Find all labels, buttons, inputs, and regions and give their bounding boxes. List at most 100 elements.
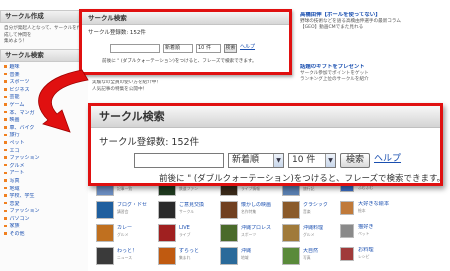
category-link[interactable]: パソコン — [4, 216, 88, 224]
category-label: 趣味 — [9, 64, 20, 70]
circle-thumbnail[interactable] — [96, 224, 114, 242]
circle-thumbnail[interactable] — [158, 247, 176, 265]
circle-thumbnail[interactable] — [220, 224, 238, 242]
right-item[interactable]: 大好きな絵本 絵本 — [340, 201, 450, 221]
circle-subtitle: 名作特集 — [241, 209, 257, 214]
circle-subtitle: 鉄道ファン — [179, 186, 198, 191]
bullet-icon — [4, 148, 7, 152]
circle-item[interactable]: 大自然 写真 — [282, 247, 342, 268]
circle-thumbnail[interactable] — [220, 247, 238, 265]
circle-title[interactable]: わっと！ — [117, 248, 157, 254]
category-link[interactable]: その他 — [4, 231, 88, 239]
category-link[interactable]: 学校、学生 — [4, 193, 88, 201]
right-item[interactable]: お料理 レシピ — [340, 247, 450, 267]
small-per-page-select[interactable]: 10 件 — [196, 44, 221, 53]
circle-item[interactable]: 懐かしの映画 名作特集 — [220, 201, 280, 222]
category-link[interactable]: 旅行 — [4, 132, 88, 140]
category-link[interactable]: ファッション — [4, 208, 88, 216]
search-input[interactable] — [134, 153, 224, 168]
circle-thumbnail[interactable] — [282, 224, 300, 242]
circle-title[interactable]: 大自然 — [303, 248, 343, 254]
category-link[interactable]: ビジネス — [4, 87, 88, 95]
search-button[interactable]: 検索 — [340, 153, 370, 168]
small-search-note: 前後に " (ダブルクォーテーション)をつけると、フレーズで検索できます。 — [102, 59, 257, 64]
category-link[interactable]: 地域 — [4, 186, 88, 194]
circle-item[interactable]: ご意見交換 サークル — [158, 201, 218, 222]
sort-select[interactable]: 新着順 ▼ — [228, 153, 284, 168]
category-link[interactable]: 本、マンガ — [4, 110, 88, 118]
circle-thumbnail[interactable] — [158, 224, 176, 242]
category-link[interactable]: 映画 — [4, 117, 88, 125]
bullet-icon — [4, 201, 7, 205]
category-link[interactable]: 芸能 — [4, 94, 88, 102]
sidebar-intro-line: 自分が発起人となって、サークルを作成して仲間を — [4, 26, 82, 38]
small-search-input[interactable] — [110, 44, 160, 53]
category-link[interactable]: アート — [4, 170, 88, 178]
circle-thumbnail[interactable] — [220, 201, 238, 219]
circle-title[interactable]: クラシック — [303, 202, 343, 208]
category-label: その他 — [9, 231, 25, 238]
category-link[interactable]: 恋愛 — [4, 201, 88, 209]
right-item-title[interactable]: 大好きな絵本 — [358, 201, 450, 207]
category-link[interactable]: ペット — [4, 140, 88, 148]
category-link[interactable]: 車、バイク — [4, 125, 88, 133]
circle-item[interactable]: クラシック 音楽 — [282, 201, 342, 222]
bullet-icon — [4, 217, 7, 220]
category-link[interactable]: グルメ — [4, 163, 88, 171]
circle-item[interactable]: わっと！ ニュース — [96, 247, 156, 268]
right-item-title[interactable]: お料理 — [358, 247, 450, 253]
circle-thumbnail[interactable] — [96, 247, 114, 265]
circle-item[interactable]: ブログ・ドセ 講習会 — [96, 201, 156, 222]
small-help-link[interactable]: ヘルプ — [240, 44, 258, 53]
category-link[interactable]: 音楽 — [4, 72, 88, 80]
category-label: スポーツ — [9, 79, 30, 86]
circle-title[interactable]: 沖縄料理 — [303, 225, 343, 231]
circle-thumbnail[interactable] — [282, 247, 300, 265]
right-item-thumbnail[interactable] — [340, 224, 354, 238]
news-mid-right: 話題のギフトをプレゼント サークル参加でポイントをゲット ランキング上位のサーク… — [300, 64, 450, 94]
bullet-icon — [4, 179, 7, 182]
small-search-header: サークル検索 — [82, 12, 289, 25]
help-link[interactable]: ヘルプ — [374, 153, 414, 168]
circle-subtitle: 音楽 — [303, 209, 311, 214]
circle-title[interactable]: ご意見交換 — [179, 202, 219, 208]
category-label: グルメ — [9, 162, 25, 169]
circle-title[interactable]: LIVE — [179, 225, 219, 231]
bullet-icon — [4, 163, 7, 167]
category-link[interactable]: 写真 — [4, 178, 88, 186]
category-link[interactable]: 趣味 — [4, 64, 88, 72]
circle-thumbnail[interactable] — [96, 201, 114, 219]
right-item-thumbnail[interactable] — [340, 247, 354, 261]
circle-item[interactable]: カレー グルメ — [96, 224, 156, 245]
category-link[interactable]: エコ — [4, 148, 88, 156]
small-search-button[interactable]: 検索 — [224, 44, 237, 53]
circle-item[interactable]: 沖縄プロレス スポーツ — [220, 224, 280, 245]
circle-item[interactable]: 沖縄料理 グルメ — [282, 224, 342, 245]
category-link[interactable]: ファッション — [4, 155, 88, 163]
circle-grid: ブログ新着記事一覧鉄道カレンダー鉄道ファンステキな音楽ライブ情報トラベル旅行記ブ… — [96, 178, 346, 271]
circle-title[interactable]: ブログ・ドセ — [117, 202, 157, 208]
circle-title[interactable]: 沖縄プロレス — [241, 225, 281, 231]
small-sort-select[interactable]: 新着順 — [163, 44, 193, 53]
circle-title[interactable]: 懐かしの映画 — [241, 202, 281, 208]
bullet-icon — [4, 186, 7, 190]
right-item[interactable]: 猫好き ペット — [340, 224, 450, 244]
circle-item[interactable]: LIVE ライブ — [158, 224, 218, 245]
right-item-subtitle: 絵本 — [358, 208, 366, 213]
circle-item[interactable]: ずらっと 集まれ — [158, 247, 218, 268]
circle-title[interactable]: 沖縄 — [241, 248, 281, 254]
category-link[interactable]: スポーツ — [4, 79, 88, 87]
circle-thumbnail[interactable] — [282, 201, 300, 219]
circle-title[interactable]: カレー — [117, 225, 157, 231]
right-item-thumbnail[interactable] — [340, 201, 354, 215]
category-link[interactable]: ゲーム — [4, 102, 88, 110]
per-page-select[interactable]: 10 件 ▼ — [288, 153, 336, 168]
sidebar-intro: 自分が発起人となって、サークルを作成して仲間を 集めよう！ — [0, 23, 88, 49]
category-link[interactable]: 家族 — [4, 223, 88, 231]
search-note: 前後に " (ダブルクォーテーション)をつけると、フレーズで検索できます。 — [159, 174, 446, 184]
circle-item[interactable]: 沖縄 地域 — [220, 247, 280, 268]
circle-thumbnail[interactable] — [158, 201, 176, 219]
category-list: 趣味 音楽 スポーツ ビジネス 芸能 ゲーム 本、マンガ 映画 車、バイク 旅行 ペット エコ ファッシ… — [0, 62, 88, 239]
circle-title[interactable]: ずらっと — [179, 248, 219, 254]
right-item-title[interactable]: 猫好き — [358, 224, 450, 230]
